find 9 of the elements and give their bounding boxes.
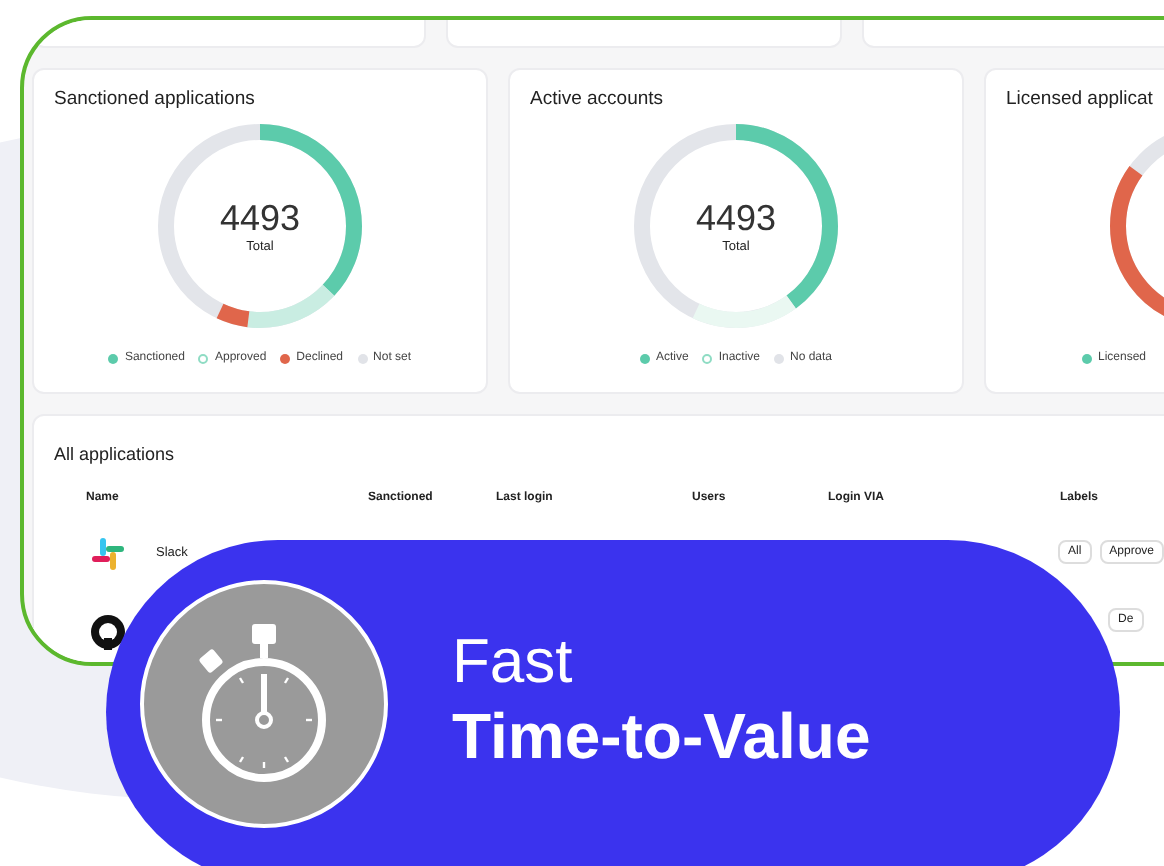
total-count: 4493	[219, 199, 301, 235]
banner-subtitle: Fast	[452, 625, 575, 698]
banner-title: Time-to-Value	[452, 697, 871, 775]
table-title: All applications	[54, 444, 177, 464]
card-title: Sanctioned applications	[54, 88, 255, 110]
card-title: Licensed applicat	[1006, 88, 1153, 110]
hash-logo-icon	[90, 535, 126, 571]
total-count: 4493	[695, 199, 777, 235]
card-title: Active accounts	[530, 88, 664, 110]
